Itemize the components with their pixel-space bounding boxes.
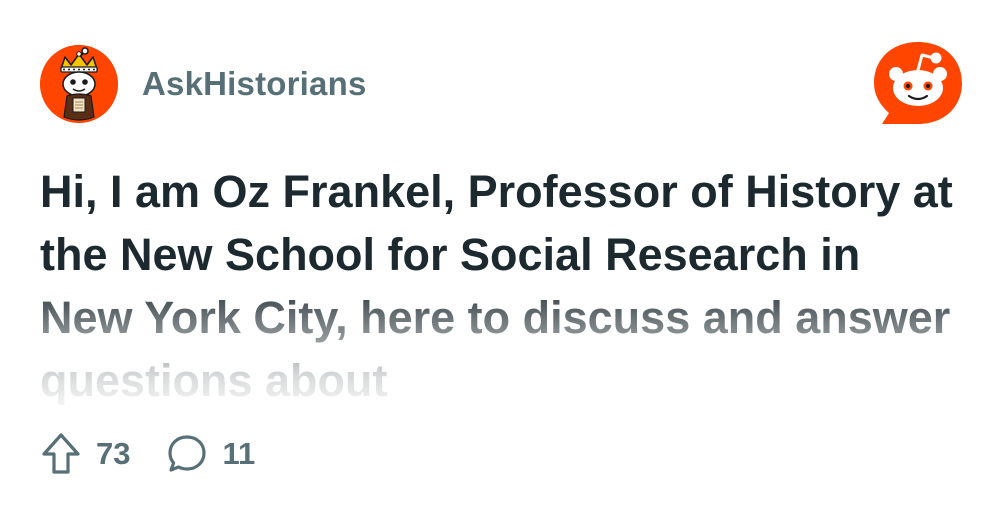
subreddit-avatar[interactable] [40, 45, 118, 123]
comment-count: 11 [222, 436, 256, 471]
comment-stat[interactable]: 11 [166, 433, 255, 475]
post-preview-card[interactable]: AskHistorians Hi, I am Oz Frankel, Profe… [0, 0, 1000, 521]
askhistorians-avatar-icon [40, 45, 118, 123]
post-header: AskHistorians [40, 45, 367, 123]
upvote-count: 73 [96, 436, 131, 471]
reddit-logo-icon [874, 42, 962, 124]
upvote-arrow-icon[interactable] [40, 432, 82, 476]
post-title[interactable]: Hi, I am Oz Frankel, Professor of Histor… [40, 160, 960, 405]
upvote-stat[interactable]: 73 [40, 432, 130, 476]
subreddit-name[interactable]: AskHistorians [142, 65, 367, 103]
comment-bubble-icon[interactable] [166, 433, 208, 475]
post-stats: 73 11 [40, 432, 255, 476]
reddit-logo [872, 40, 964, 128]
